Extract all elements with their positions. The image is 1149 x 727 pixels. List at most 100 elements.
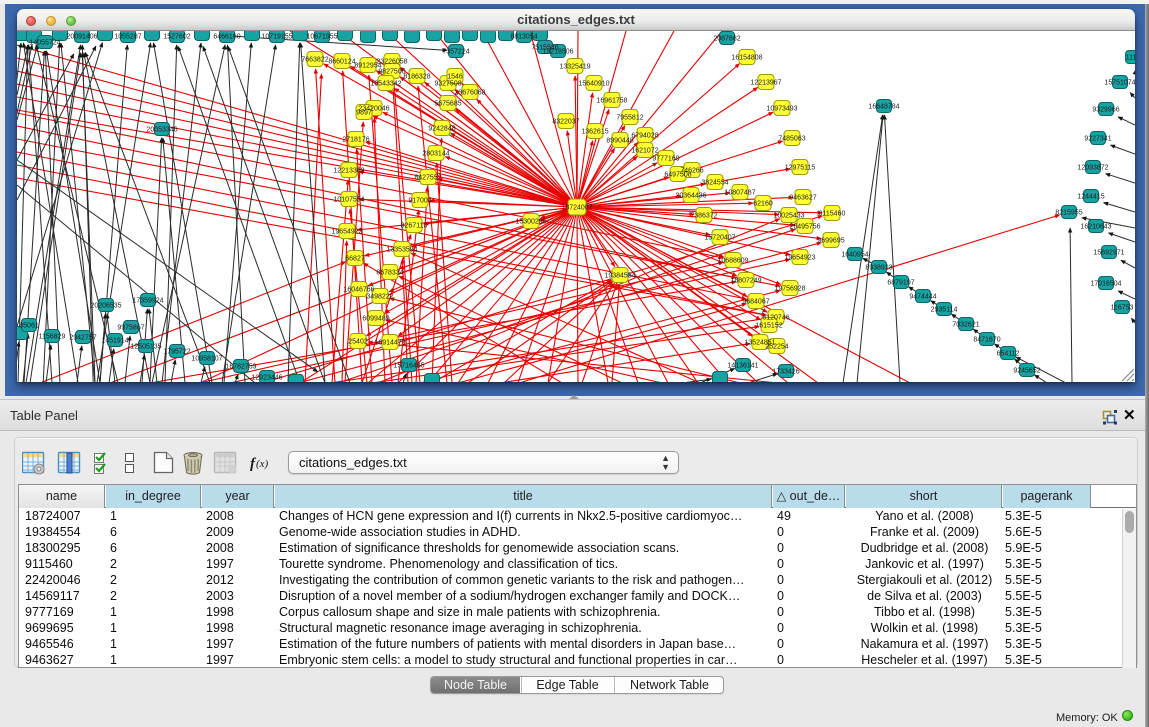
svg-text:20206535: 20206535 [90,302,121,309]
svg-text:85061: 85061 [19,322,39,329]
svg-text:16782759: 16782759 [225,363,256,370]
svg-text:17359924: 17359924 [132,297,163,304]
svg-text:9115460: 9115460 [819,210,846,217]
svg-text:1527602: 1527602 [163,33,190,40]
svg-text:9777169: 9777169 [652,155,679,162]
svg-text:19218506: 19218506 [542,48,573,55]
svg-text:13325419: 13325419 [559,63,590,70]
svg-text:6794028: 6794028 [631,132,658,139]
svg-text:9975867: 9975867 [117,324,144,331]
svg-text:7485063: 7485063 [778,135,805,142]
svg-text:14136141: 14136141 [727,362,758,369]
svg-text:746266: 746266 [680,167,703,174]
svg-text:12213967: 12213967 [750,79,781,86]
svg-text:15300295: 15300295 [515,218,546,225]
svg-text:12093872: 12093872 [1077,164,1108,171]
svg-text:16914479: 16914479 [374,339,405,346]
svg-text:7032621: 7032621 [952,321,979,328]
svg-text:16961758: 16961758 [596,97,627,104]
svg-text:10025433: 10025433 [773,212,804,219]
svg-text:16648784: 16648784 [868,103,899,110]
svg-text:2803144: 2803144 [422,150,449,157]
svg-text:10807487: 10807487 [724,189,755,196]
svg-text:1451914: 1451914 [101,337,128,344]
svg-text:6120746: 6120746 [762,314,789,321]
svg-text:1244415: 1244415 [1077,193,1104,200]
svg-text:10958107: 10958107 [191,355,222,362]
svg-text:1795722: 1795722 [163,348,190,355]
svg-text:917004: 917004 [408,197,431,204]
svg-text:9684067: 9684067 [742,298,769,305]
svg-text:7955812: 7955812 [616,114,643,121]
svg-text:1362615: 1362615 [581,128,608,135]
svg-text:2087682: 2087682 [713,35,740,42]
svg-text:14055724: 14055724 [29,39,60,46]
svg-text:15751074: 15751074 [1104,79,1135,86]
svg-text:654112: 654112 [997,350,1020,357]
svg-text:23226058: 23226058 [376,58,407,65]
svg-text:19756928: 19756928 [774,285,805,292]
svg-text:25402: 25402 [348,338,368,345]
svg-text:1112: 1112 [1126,54,1135,61]
svg-text:6466160: 6466160 [213,33,240,40]
svg-text:8427552: 8427552 [414,174,441,181]
svg-text:16154808: 16154808 [731,54,762,61]
svg-text:18724007: 18724007 [561,204,592,211]
svg-text:9242848: 9242848 [428,125,455,132]
svg-text:8660124: 8660124 [328,58,355,65]
svg-text:10719155: 10719155 [261,33,292,40]
svg-text:3824554: 3824554 [701,179,728,186]
svg-text:8471670: 8471670 [973,336,1000,343]
svg-text:1733426: 1733426 [772,368,799,375]
svg-text:1640954: 1640954 [841,251,868,258]
svg-text:16046766: 16046766 [343,286,374,293]
svg-text:1546: 1546 [447,73,463,80]
svg-text:2718176: 2718176 [342,136,369,143]
svg-text:20364436: 20364436 [675,192,706,199]
svg-text:1615152: 1615152 [755,322,782,329]
svg-text:66827: 66827 [345,255,365,262]
svg-text:7386372: 7386372 [690,212,717,219]
svg-text:9827500: 9827500 [378,68,405,75]
svg-text:13353594: 13353594 [386,246,417,253]
svg-text:19654923: 19654923 [331,228,362,235]
svg-text:9227341: 9227341 [1084,135,1111,142]
svg-text:10543342: 10543342 [370,80,401,87]
svg-text:9327508: 9327508 [434,80,461,87]
svg-text:23676068: 23676068 [454,89,485,96]
svg-text:62160: 62160 [753,200,773,207]
svg-text:8813054: 8813054 [510,33,537,40]
svg-text:26495756: 26495756 [789,223,820,230]
svg-text:9463627: 9463627 [789,194,816,201]
svg-text:8267110: 8267110 [401,222,428,229]
svg-text:15640910: 15640910 [578,80,609,87]
svg-text:9245652: 9245652 [1013,367,1040,374]
svg-text:2942757: 2942757 [69,334,96,341]
svg-text:9699695: 9699695 [817,237,844,244]
svg-text:8938923: 8938923 [865,264,892,271]
svg-text:20091406: 20091406 [66,33,97,40]
svg-text:8322037: 8322037 [552,118,579,125]
svg-text:17016504: 17016504 [1090,280,1121,287]
svg-text:6099489: 6099489 [362,315,389,322]
svg-text:1055287: 1055287 [114,33,141,40]
svg-text:6879197: 6879197 [887,279,914,286]
svg-text:2935114: 2935114 [931,306,958,313]
svg-text:10671955: 10671955 [306,33,337,40]
svg-text:116753: 116753 [1111,304,1134,311]
svg-text:10973493: 10973493 [766,105,797,112]
svg-text:7663822: 7663822 [301,56,328,63]
svg-text:3498222: 3498222 [366,293,393,300]
svg-text:8678334: 8678334 [376,269,403,276]
svg-text:5675685: 5675685 [434,100,461,107]
svg-text:12213369: 12213369 [333,167,364,174]
svg-text:12505135: 12505135 [130,343,161,350]
svg-text:1621072: 1621072 [631,147,658,154]
svg-text:18807249: 18807249 [730,277,761,284]
svg-text:15720407: 15720407 [704,234,735,241]
svg-text:19384554: 19384554 [604,272,635,279]
svg-text:10688609: 10688609 [717,257,748,264]
svg-text:10107554: 10107554 [333,196,364,203]
svg-text:16210643: 16210643 [1080,223,1111,230]
svg-text:8215955: 8215955 [1055,209,1082,216]
